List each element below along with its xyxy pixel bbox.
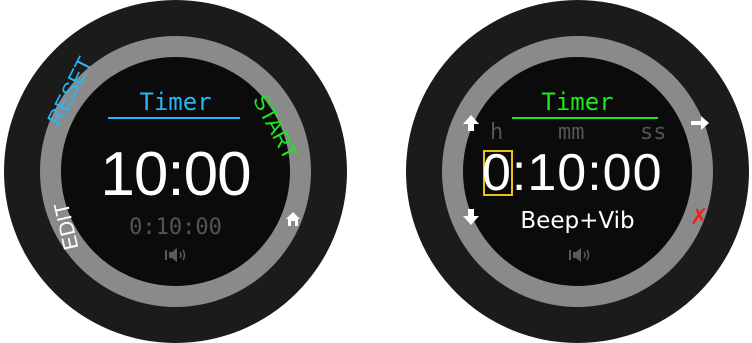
edit-time-display: 0:10:00 [482, 143, 663, 203]
cancel-icon[interactable]: ✗ [690, 205, 708, 230]
arrow-up-icon[interactable] [462, 114, 480, 132]
home-icon[interactable] [285, 211, 301, 227]
title-underline [512, 117, 658, 119]
unit-label-seconds: ss [640, 120, 667, 145]
speaker-vibrate-icon [165, 247, 189, 267]
unit-label-minutes: mm [558, 120, 585, 145]
arrow-right-icon[interactable] [690, 115, 710, 131]
arrow-down-icon[interactable] [462, 208, 480, 226]
minutes-seconds: :10:00 [511, 144, 663, 202]
hours-digit[interactable]: 0 [482, 144, 512, 202]
timer-watch-left: Timer 10:00 0:10:00 RESET START EDIT [4, 0, 347, 343]
unit-label-hours: h [490, 120, 504, 145]
timer-watch-right: Timer h mm ss 0:10:00 Beep+Vib ✗ [406, 0, 749, 343]
title-underline [108, 117, 240, 119]
speaker-vibrate-icon [569, 247, 593, 267]
timer-title: Timer [541, 88, 614, 116]
